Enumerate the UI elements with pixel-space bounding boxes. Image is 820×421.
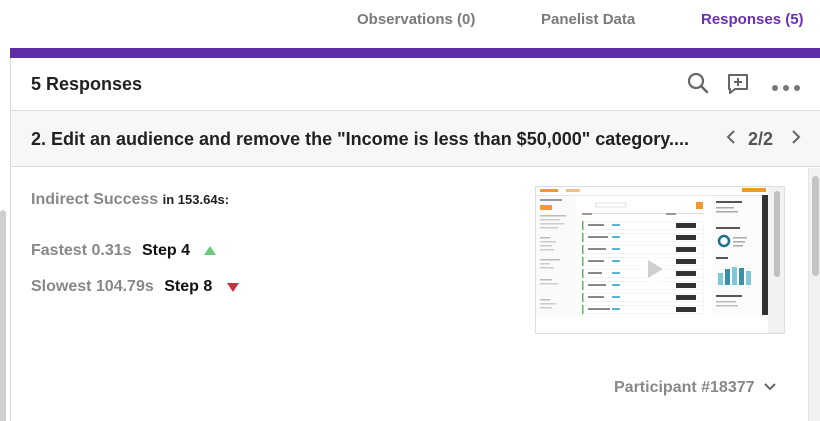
- participant-dropdown[interactable]: Participant #18377: [614, 379, 777, 397]
- video-thumbnail[interactable]: [535, 186, 785, 334]
- participant-label: Participant #18377: [614, 379, 755, 396]
- fastest-step[interactable]: Step 4: [142, 242, 190, 259]
- left-scrollbar[interactable]: [0, 210, 6, 421]
- result-status-label: Indirect Success: [31, 191, 159, 208]
- tab-responses[interactable]: Responses (5): [701, 11, 804, 28]
- chevron-right-icon: [792, 130, 801, 144]
- tab-observations[interactable]: Observations (0): [357, 11, 475, 28]
- chevron-left-icon: [726, 130, 735, 144]
- next-question-button[interactable]: [791, 129, 801, 150]
- response-content: Indirect Success in 153.64s: Fastest 0.3…: [11, 168, 806, 421]
- tab-panelist-data[interactable]: Panelist Data: [541, 11, 635, 28]
- slowest-time: Slowest 104.79s: [31, 278, 154, 295]
- search-icon[interactable]: [687, 72, 709, 99]
- more-icon[interactable]: [770, 80, 802, 98]
- fastest-row: Fastest 0.31s Step 4: [31, 242, 217, 260]
- arrow-up-icon: [204, 246, 217, 255]
- recording-preview-image: [536, 187, 784, 333]
- question-text: 2. Edit an audience and remove the "Inco…: [31, 129, 689, 149]
- chevron-down-icon: [764, 383, 776, 391]
- result-status: Indirect Success in 153.64s:: [31, 191, 229, 209]
- content-scrollbar-thumb[interactable]: [812, 176, 819, 276]
- slowest-step[interactable]: Step 8: [164, 278, 212, 295]
- add-comment-icon[interactable]: [726, 72, 750, 101]
- tab-bar: Observations (0) Panelist Data Responses…: [0, 0, 820, 44]
- fastest-time: Fastest 0.31s: [31, 242, 132, 259]
- active-tab-bar: [10, 48, 820, 58]
- previous-question-button[interactable]: [726, 129, 736, 150]
- slowest-row: Slowest 104.79s Step 8: [31, 278, 239, 296]
- responses-panel: 5 Responses 2. Edit an audience and remo…: [10, 58, 820, 421]
- question-bar: 2. Edit an audience and remove the "Inco…: [11, 111, 820, 167]
- panel-title: 5 Responses: [31, 74, 143, 94]
- arrow-down-icon: [226, 283, 239, 292]
- result-time: in 153.64s:: [162, 192, 230, 207]
- panel-header: 5 Responses: [11, 58, 820, 111]
- content-scrollbar[interactable]: [808, 168, 820, 421]
- question-page-indicator: 2/2: [748, 129, 774, 149]
